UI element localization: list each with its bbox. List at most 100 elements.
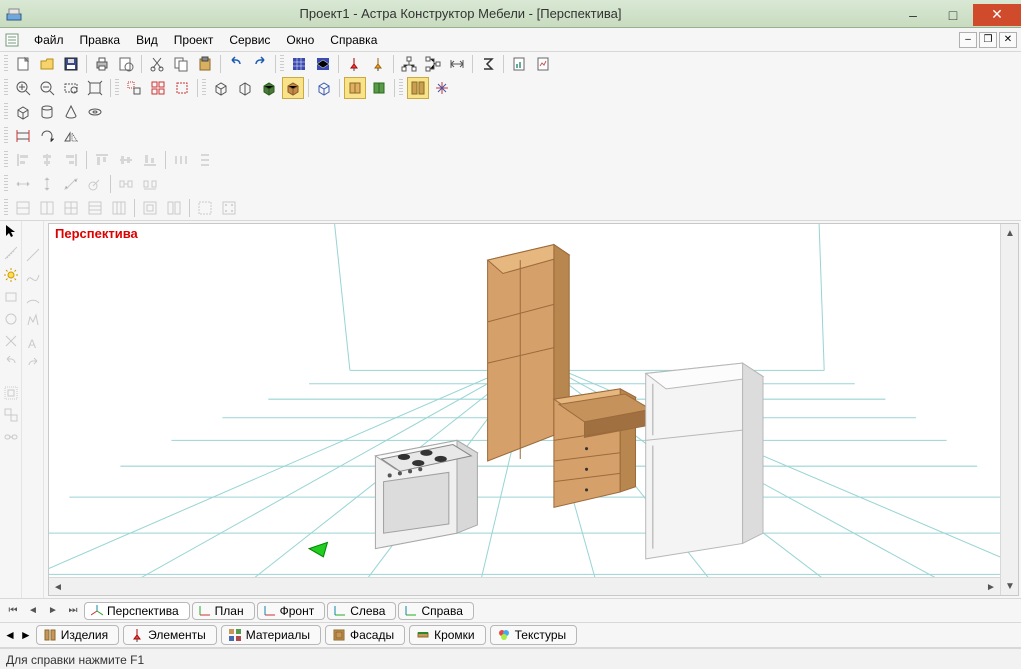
grid-iso-button[interactable] (312, 53, 334, 75)
panel-tab-edges[interactable]: Кромки (409, 625, 486, 645)
close-button[interactable]: ✕ (973, 4, 1021, 26)
vtool-redo2-button[interactable] (23, 355, 43, 375)
mdi-minimize-button[interactable]: – (959, 32, 977, 48)
vtool-text-button[interactable]: A (23, 333, 43, 353)
align-top-button[interactable] (91, 149, 113, 171)
tool-pin-button[interactable] (343, 53, 365, 75)
distribute-h-button[interactable] (170, 149, 192, 171)
vtool-rect-button[interactable] (1, 287, 21, 307)
cut-button[interactable] (146, 53, 168, 75)
menu-service[interactable]: Сервис (221, 30, 278, 50)
tool-pin2-button[interactable] (367, 53, 389, 75)
tab-nav-next[interactable]: ► (44, 602, 62, 620)
panel-2-button[interactable] (36, 197, 58, 219)
edit-stretch-button[interactable] (12, 125, 34, 147)
panel-9-button[interactable] (218, 197, 240, 219)
panel-tab-products[interactable]: Изделия (36, 625, 119, 645)
panel-tab-materials[interactable]: Материалы (221, 625, 321, 645)
tool-tree-button[interactable] (422, 53, 444, 75)
prim-cube-button[interactable] (12, 101, 34, 123)
tab-nav-last[interactable]: ⏭ (64, 602, 82, 620)
toolbar-grip[interactable] (115, 79, 119, 97)
toolbar-grip[interactable] (4, 55, 8, 73)
panel-nav-prev[interactable]: ◄ (4, 628, 16, 642)
box-open-button[interactable] (234, 77, 256, 99)
distribute-v-button[interactable] (194, 149, 216, 171)
minimize-button[interactable]: – (893, 4, 933, 26)
viewport-3d[interactable]: Перспектива (48, 223, 1019, 596)
vtool-undo2-button[interactable] (1, 353, 21, 373)
align-center-h-button[interactable] (36, 149, 58, 171)
panel-4-button[interactable] (84, 197, 106, 219)
tool-width-button[interactable] (446, 53, 468, 75)
vtool-group-button[interactable] (1, 383, 21, 403)
vtool-link-button[interactable] (1, 427, 21, 447)
select-arrow-button[interactable] (1, 221, 21, 241)
tab-nav-first[interactable]: ⏮ (4, 602, 22, 620)
paste-button[interactable] (194, 53, 216, 75)
dim-baseline-button[interactable] (139, 173, 161, 195)
mdi-close-button[interactable]: ✕ (999, 32, 1017, 48)
view-iso-button[interactable] (313, 77, 335, 99)
scroll-up-button[interactable]: ▲ (1001, 224, 1019, 242)
tool-sigma-button[interactable] (477, 53, 499, 75)
scroll-down-button[interactable]: ▼ (1001, 577, 1019, 595)
zoom-out-button[interactable] (36, 77, 58, 99)
align-right-button[interactable] (60, 149, 82, 171)
copy-button[interactable] (170, 53, 192, 75)
toolbar-grip[interactable] (4, 127, 8, 145)
zoom-in-button[interactable] (12, 77, 34, 99)
furniture-button[interactable] (344, 77, 366, 99)
toolbar-grip[interactable] (4, 199, 8, 217)
view-tab-plan[interactable]: План (192, 602, 255, 620)
scroll-right-button[interactable]: ► (982, 578, 1000, 596)
box-wire-button[interactable] (210, 77, 232, 99)
vtool-x-button[interactable] (1, 331, 21, 351)
light-button[interactable] (1, 265, 21, 285)
view-tab-front[interactable]: Фронт (257, 602, 326, 620)
menu-help[interactable]: Справка (322, 30, 385, 50)
box-textured-button[interactable] (282, 77, 304, 99)
select-extend-button[interactable] (123, 77, 145, 99)
view-tab-left[interactable]: Слева (327, 602, 396, 620)
horizontal-scrollbar[interactable]: ◄ ► (49, 577, 1000, 595)
prim-cone-button[interactable] (60, 101, 82, 123)
menu-window[interactable]: Окно (278, 30, 322, 50)
select-item-button[interactable] (171, 77, 193, 99)
menu-view[interactable]: Вид (128, 30, 166, 50)
dim-v-button[interactable] (36, 173, 58, 195)
panel-tab-elements[interactable]: Элементы (123, 625, 217, 645)
menu-project[interactable]: Проект (166, 30, 222, 50)
panel-7-button[interactable] (163, 197, 185, 219)
print-preview-button[interactable] (115, 53, 137, 75)
toolbar-grip[interactable] (4, 79, 8, 97)
zoom-extent-button[interactable] (84, 77, 106, 99)
view-tab-perspective[interactable]: Перспектива (84, 602, 190, 620)
toolbar-grip[interactable] (280, 55, 284, 73)
panel-3-button[interactable] (60, 197, 82, 219)
edit-mirror-button[interactable] (60, 125, 82, 147)
panel-1-button[interactable] (12, 197, 34, 219)
vtool-curve-button[interactable] (23, 267, 43, 287)
snap-axis-button[interactable] (431, 77, 453, 99)
dim-chain-button[interactable] (115, 173, 137, 195)
toolbar-grip[interactable] (399, 79, 403, 97)
panel-5-button[interactable] (108, 197, 130, 219)
panel-tab-facades[interactable]: Фасады (325, 625, 405, 645)
save-button[interactable] (60, 53, 82, 75)
edit-rotate-button[interactable] (36, 125, 58, 147)
tool-report2-button[interactable] (532, 53, 554, 75)
prim-cylinder-button[interactable] (36, 101, 58, 123)
panel-nav-next[interactable]: ► (20, 628, 32, 642)
align-left-button[interactable] (12, 149, 34, 171)
box-solid-button[interactable] (258, 77, 280, 99)
furniture-green-button[interactable] (368, 77, 390, 99)
vtool-ungroup-button[interactable] (1, 405, 21, 425)
tool-report-button[interactable] (508, 53, 530, 75)
menu-edit[interactable]: Правка (72, 30, 129, 50)
redo-button[interactable] (249, 53, 271, 75)
align-center-v-button[interactable] (115, 149, 137, 171)
panel-tab-textures[interactable]: Текстуры (490, 625, 578, 645)
select-group-button[interactable] (147, 77, 169, 99)
zoom-window-button[interactable] (60, 77, 82, 99)
